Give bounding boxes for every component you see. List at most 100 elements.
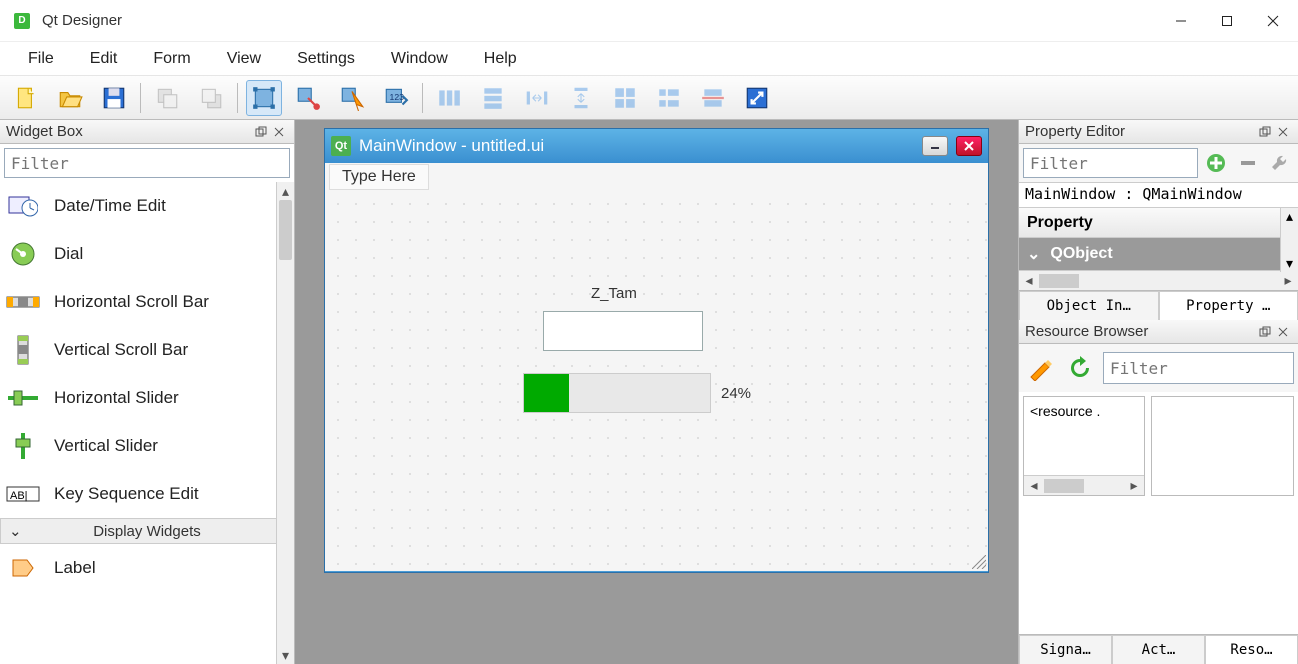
remove-property-icon[interactable] — [1234, 149, 1262, 177]
property-tabs: Object In… Property … — [1019, 290, 1298, 320]
send-back-icon[interactable] — [149, 80, 185, 116]
widget-item-label[interactable]: Label — [0, 544, 294, 592]
scroll-thumb[interactable] — [279, 200, 292, 260]
tab-object-inspector[interactable]: Object In… — [1019, 291, 1159, 320]
maximize-button[interactable] — [1204, 6, 1250, 36]
widget-box-title: Widget Box — [6, 123, 83, 140]
resource-browser-header: Resource Browser — [1019, 320, 1298, 344]
save-file-icon[interactable] — [96, 80, 132, 116]
widget-item-vslider[interactable]: Vertical Slider — [0, 422, 294, 470]
layout-grid-icon[interactable] — [607, 80, 643, 116]
layout-vertical-icon[interactable] — [475, 80, 511, 116]
widget-item-dial[interactable]: Dial — [0, 230, 294, 278]
layout-v-splitter-icon[interactable] — [563, 80, 599, 116]
form-window[interactable]: Qt MainWindow - untitled.ui Type Here Z_… — [324, 128, 989, 573]
close-button[interactable] — [1250, 6, 1296, 36]
form-designer-area[interactable]: Qt MainWindow - untitled.ui Type Here Z_… — [295, 120, 1018, 664]
progress-text: 24% — [721, 385, 751, 402]
dock-float-icon[interactable] — [252, 123, 270, 141]
menu-view[interactable]: View — [209, 46, 279, 72]
property-header[interactable]: Property — [1019, 208, 1298, 238]
tab-resource-browser[interactable]: Reso… — [1205, 635, 1298, 664]
widget-item-hslider[interactable]: Horizontal Slider — [0, 374, 294, 422]
property-scrollbar[interactable]: ▴ ▾ — [1280, 208, 1298, 272]
main-toolbar: 123 — [0, 76, 1298, 120]
edit-signals-icon[interactable] — [290, 80, 326, 116]
form-lineedit-widget[interactable] — [543, 311, 703, 351]
dock-float-icon[interactable] — [1256, 123, 1274, 141]
label-icon — [6, 554, 40, 582]
hslider-icon — [6, 384, 40, 412]
new-file-icon[interactable] — [8, 80, 44, 116]
form-progressbar-widget[interactable]: 24% — [523, 373, 751, 413]
widget-list-scrollbar[interactable]: ▴ ▾ — [276, 182, 294, 664]
edit-tab-order-icon[interactable]: 123 — [378, 80, 414, 116]
resource-tree[interactable]: <resource . ◂▸ — [1023, 396, 1145, 496]
edit-buddies-icon[interactable] — [334, 80, 370, 116]
scroll-down-icon[interactable]: ▾ — [277, 646, 294, 664]
edit-widgets-icon[interactable] — [246, 80, 282, 116]
tab-signal-slot[interactable]: Signa… — [1019, 635, 1112, 664]
type-here-placeholder[interactable]: Type Here — [329, 164, 429, 190]
layout-h-splitter-icon[interactable] — [519, 80, 555, 116]
property-group-qobject[interactable]: ⌄QObject — [1019, 238, 1298, 270]
bring-front-icon[interactable] — [193, 80, 229, 116]
widget-item-datetime[interactable]: Date/Time Edit — [0, 182, 294, 230]
property-hscroll[interactable]: ◂▸ — [1019, 270, 1298, 290]
tab-action-editor[interactable]: Act… — [1112, 635, 1205, 664]
datetime-icon — [6, 192, 40, 220]
menu-window[interactable]: Window — [373, 46, 466, 72]
app-title: Qt Designer — [42, 12, 122, 29]
wrench-icon[interactable] — [1266, 149, 1294, 177]
dock-close-icon[interactable] — [1274, 323, 1292, 341]
menu-help[interactable]: Help — [466, 46, 535, 72]
form-canvas[interactable]: Z_Tam 24% — [325, 191, 988, 571]
tab-property-editor[interactable]: Property … — [1159, 291, 1298, 320]
resize-grip-icon[interactable] — [972, 555, 986, 569]
chevron-down-icon: ⌄ — [9, 522, 22, 540]
widget-category-display[interactable]: ⌄Display Widgets — [0, 518, 294, 544]
edit-resources-icon[interactable] — [1023, 351, 1057, 385]
open-file-icon[interactable] — [52, 80, 88, 116]
bottom-tabs: Signa… Act… Reso… — [1019, 634, 1298, 664]
add-property-icon[interactable] — [1202, 149, 1230, 177]
menu-form[interactable]: Form — [135, 46, 208, 72]
menu-settings[interactable]: Settings — [279, 46, 373, 72]
form-titlebar[interactable]: Qt MainWindow - untitled.ui — [325, 129, 988, 163]
form-close-button[interactable] — [956, 136, 982, 156]
app-icon: D — [14, 13, 30, 29]
widget-item-hscroll[interactable]: Horizontal Scroll Bar — [0, 278, 294, 326]
resource-root[interactable]: <resource . — [1030, 403, 1100, 419]
form-title: MainWindow - untitled.ui — [359, 136, 544, 156]
resource-filter-input[interactable] — [1103, 352, 1294, 384]
reload-icon[interactable] — [1063, 351, 1097, 385]
window-titlebar: D Qt Designer — [0, 0, 1298, 42]
form-label-widget[interactable]: Z_Tam — [591, 285, 637, 302]
widget-filter-input[interactable] — [4, 148, 290, 178]
object-class-line: MainWindow : QMainWindow — [1019, 182, 1298, 208]
dial-icon — [6, 240, 40, 268]
adjust-size-icon[interactable] — [739, 80, 775, 116]
widget-box-panel: Widget Box Date/Time Edit Dial Horizonta… — [0, 120, 295, 664]
vslider-icon — [6, 432, 40, 460]
layout-horizontal-icon[interactable] — [431, 80, 467, 116]
dock-close-icon[interactable] — [270, 123, 288, 141]
right-panel: Property Editor MainWindow : QMainWindow… — [1018, 120, 1298, 664]
chevron-down-icon: ⌄ — [1027, 244, 1040, 264]
break-layout-icon[interactable] — [695, 80, 731, 116]
widget-list[interactable]: Date/Time Edit Dial Horizontal Scroll Ba… — [0, 182, 294, 664]
minimize-button[interactable] — [1158, 6, 1204, 36]
scroll-up-icon[interactable]: ▴ — [277, 182, 294, 200]
dock-close-icon[interactable] — [1274, 123, 1292, 141]
dock-float-icon[interactable] — [1256, 323, 1274, 341]
resource-preview — [1151, 396, 1294, 496]
widget-item-vscroll[interactable]: Vertical Scroll Bar — [0, 326, 294, 374]
widget-item-keyseq[interactable]: AB|Key Sequence Edit — [0, 470, 294, 518]
menu-file[interactable]: File — [10, 46, 72, 72]
form-minimize-button[interactable] — [922, 136, 948, 156]
form-menubar[interactable]: Type Here — [325, 163, 988, 191]
layout-form-icon[interactable] — [651, 80, 687, 116]
property-filter-input[interactable] — [1023, 148, 1198, 178]
menu-edit[interactable]: Edit — [72, 46, 136, 72]
menubar: File Edit Form View Settings Window Help — [0, 42, 1298, 76]
